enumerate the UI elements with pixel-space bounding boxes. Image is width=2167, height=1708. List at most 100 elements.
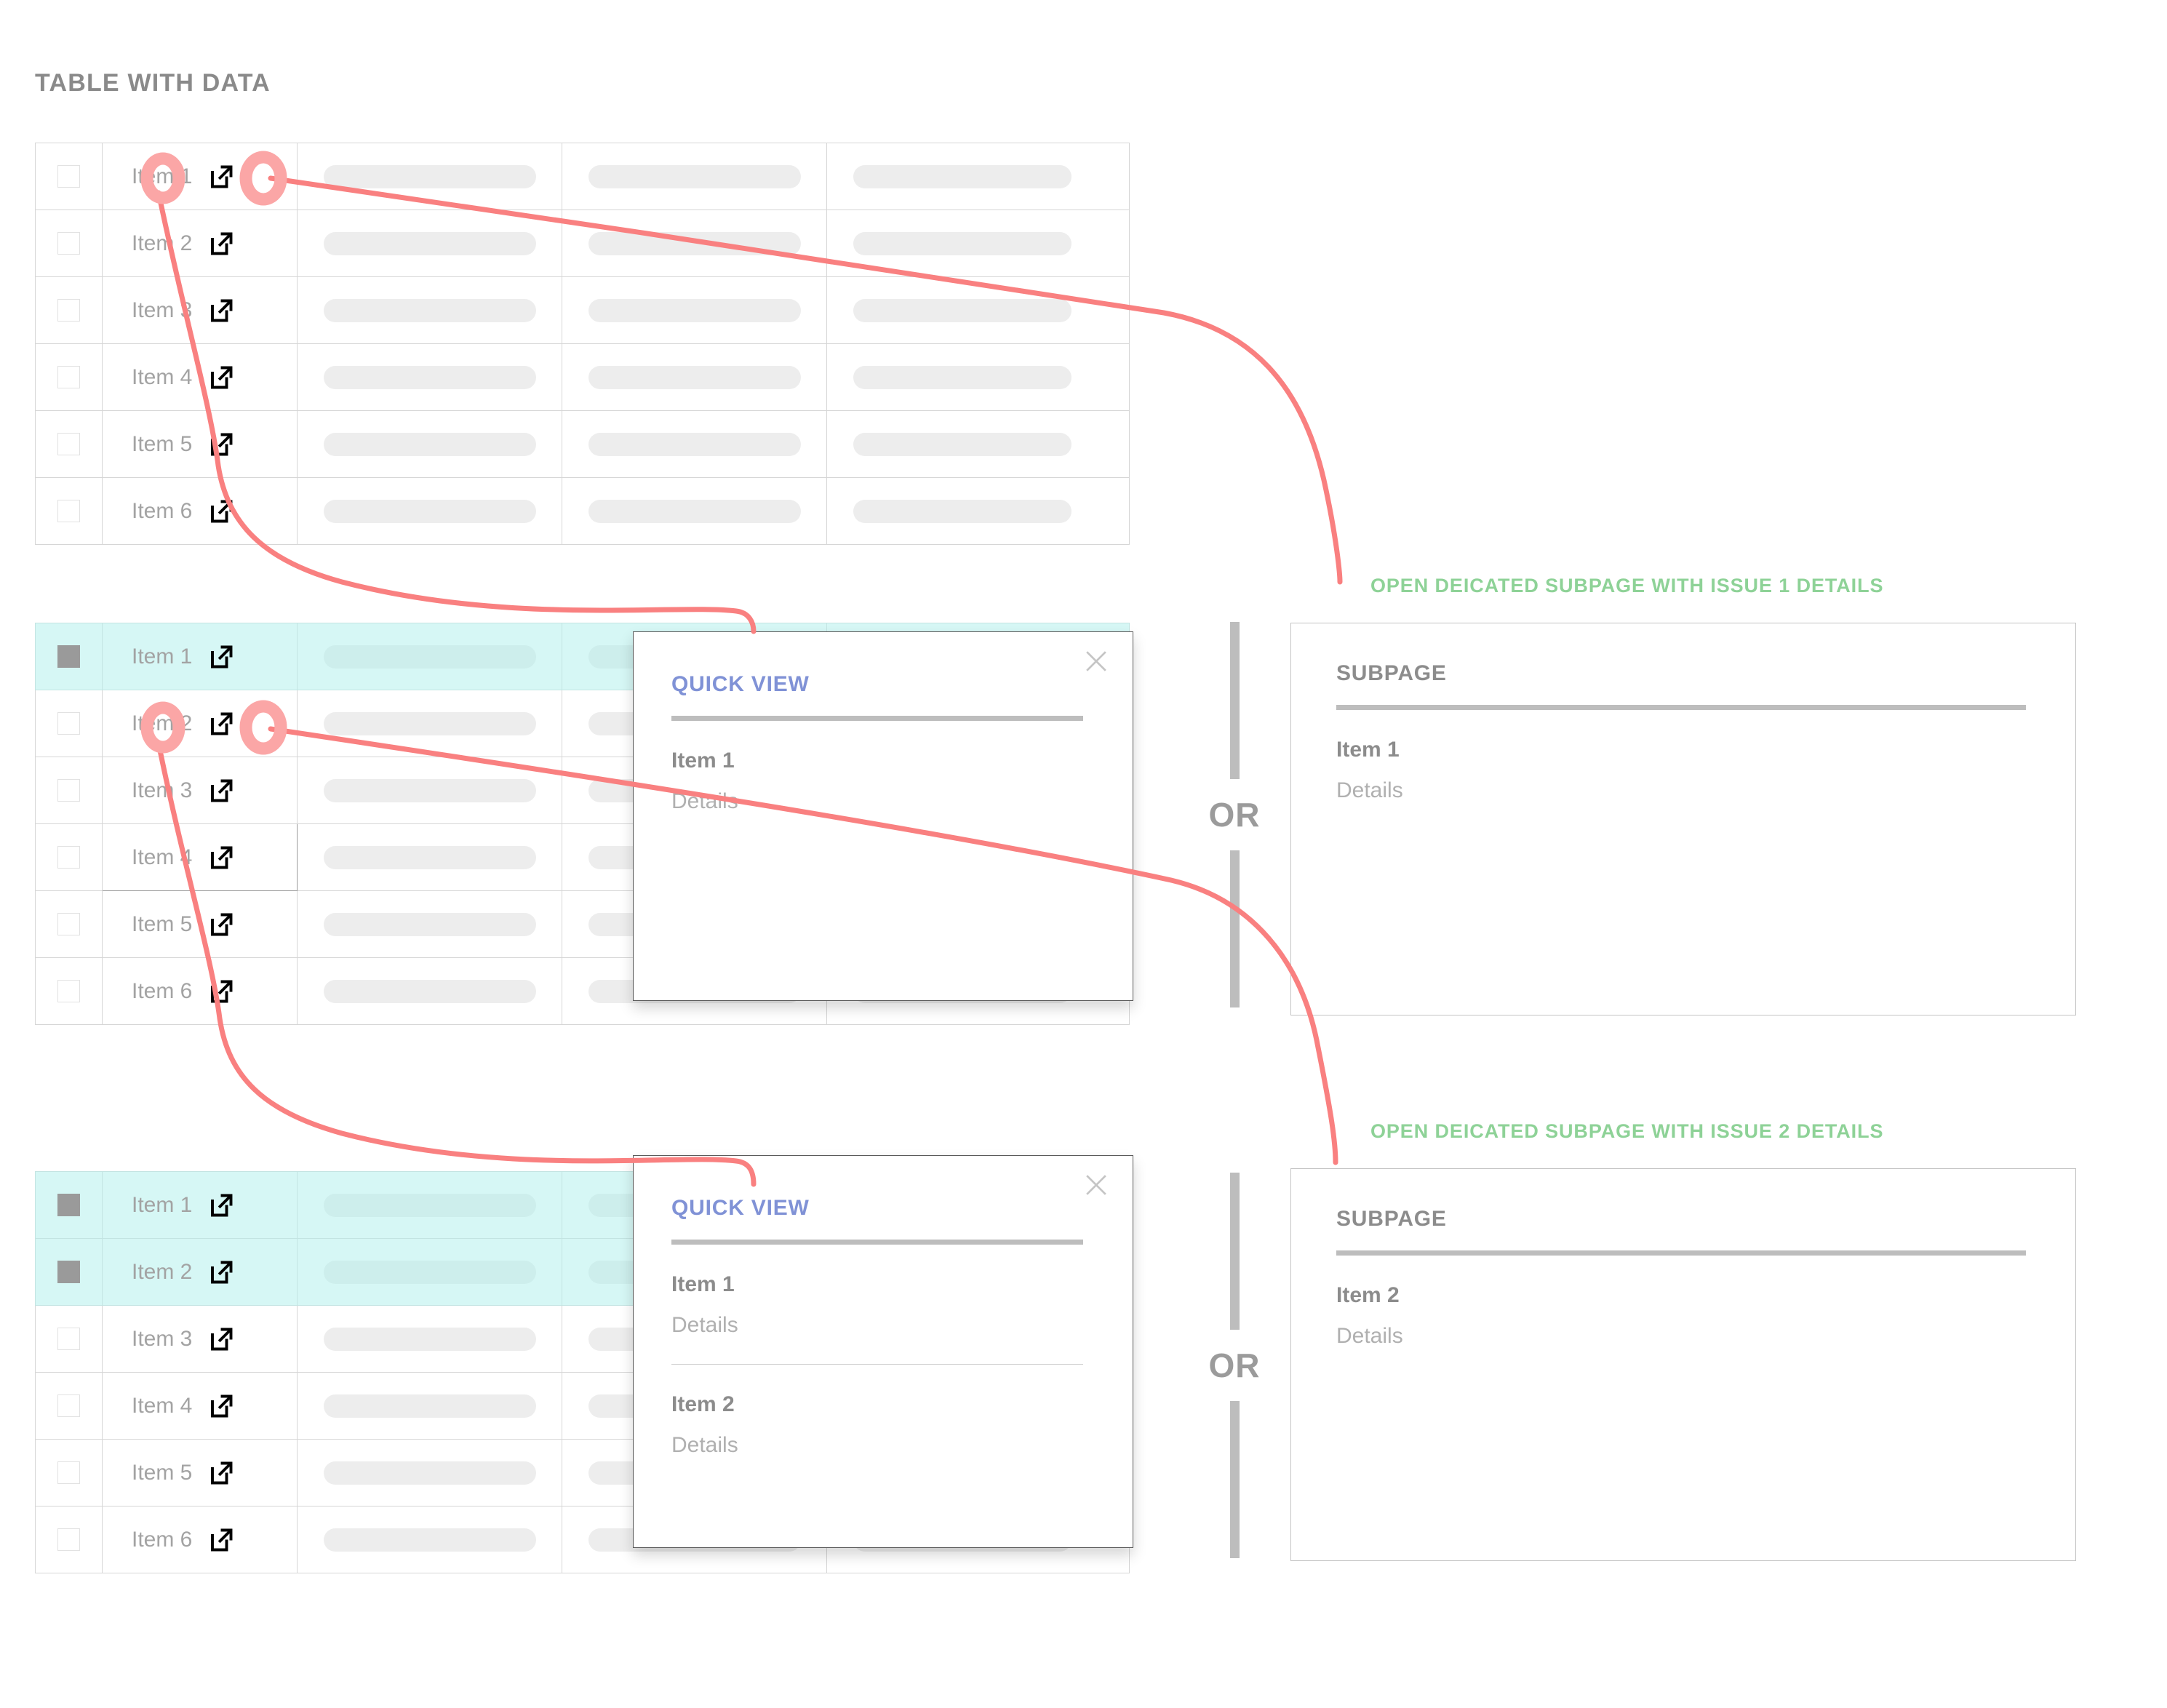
checkbox-icon[interactable] <box>57 980 80 1002</box>
checkbox-icon[interactable] <box>57 366 80 388</box>
checkbox-icon[interactable] <box>57 1528 80 1551</box>
row-select-cell[interactable] <box>35 1171 103 1239</box>
external-link-icon[interactable] <box>208 298 234 324</box>
row-select-cell[interactable] <box>35 343 103 411</box>
quick-view-modal-double[interactable]: QUICK VIEW Item 1 Details Item 2 Details <box>633 1155 1133 1548</box>
row-name-cell[interactable]: Item 6 <box>102 1506 298 1573</box>
row-select-cell[interactable] <box>35 957 103 1025</box>
row-placeholder-cell <box>562 410 827 478</box>
row-name-cell[interactable]: Item 6 <box>102 477 298 545</box>
row-name-cell[interactable]: Item 4 <box>102 343 298 411</box>
close-icon[interactable] <box>1080 1169 1112 1201</box>
row-select-cell[interactable] <box>35 1372 103 1440</box>
external-link-icon[interactable] <box>208 1326 234 1352</box>
external-link-icon[interactable] <box>208 1192 234 1218</box>
external-link-icon[interactable] <box>208 231 234 257</box>
row-select-cell[interactable] <box>35 690 103 757</box>
external-link-icon[interactable] <box>208 778 234 804</box>
checkbox-icon[interactable] <box>57 1261 80 1283</box>
checkbox-icon[interactable] <box>57 1328 80 1350</box>
row-name-cell[interactable]: Item 3 <box>102 276 298 344</box>
checkbox-icon[interactable] <box>57 1194 80 1216</box>
row-select-cell[interactable] <box>35 410 103 478</box>
checkbox-icon[interactable] <box>57 299 80 322</box>
row-name-cell[interactable]: Item 2 <box>102 209 298 277</box>
row-name-cell[interactable]: Item 2 <box>102 1238 298 1306</box>
placeholder-bar <box>588 432 801 456</box>
subpage-item-title: Item 1 <box>1336 738 1400 762</box>
external-link-icon[interactable] <box>208 1393 234 1419</box>
external-link-icon[interactable] <box>208 845 234 871</box>
row-select-cell[interactable] <box>35 1238 103 1306</box>
or-label: OR <box>1208 1346 1261 1384</box>
external-link-icon[interactable] <box>208 498 234 524</box>
checkbox-icon[interactable] <box>57 1461 80 1484</box>
checkbox-icon[interactable] <box>57 1394 80 1417</box>
checkbox-icon[interactable] <box>57 645 80 668</box>
checkbox-icon[interactable] <box>57 165 80 188</box>
row-select-cell[interactable] <box>35 1439 103 1507</box>
row-select-cell[interactable] <box>35 477 103 545</box>
table-row[interactable]: Item 2 <box>35 209 1130 277</box>
subpage-panel-issue-1[interactable]: SUBPAGE Item 1 Details <box>1290 623 2076 1015</box>
checkbox-icon[interactable] <box>57 232 80 255</box>
row-placeholder-cell <box>562 209 827 277</box>
row-placeholder-cell <box>826 276 1130 344</box>
name-cell-content: Item 5 <box>103 1460 297 1486</box>
external-link-icon[interactable] <box>208 644 234 670</box>
external-link-icon[interactable] <box>208 911 234 938</box>
row-select-cell[interactable] <box>35 276 103 344</box>
row-select-cell[interactable] <box>35 823 103 891</box>
row-name-cell[interactable]: Item 4 <box>102 1372 298 1440</box>
row-select-cell[interactable] <box>35 757 103 824</box>
table-row[interactable]: Item 3 <box>35 276 1130 344</box>
data-table-plain[interactable]: Item 1 Item 2 Item 3 Item 4 Item 5 Item 6 <box>35 143 1130 545</box>
quick-view-modal-single[interactable]: QUICK VIEW Item 1 Details <box>633 631 1133 1001</box>
table-row[interactable]: Item 6 <box>35 477 1130 545</box>
checkbox-icon[interactable] <box>57 433 80 455</box>
row-name-cell[interactable]: Item 5 <box>102 890 298 958</box>
table-body: Item 1 Item 2 Item 3 Item 4 Item 5 Item 6 <box>35 143 1130 545</box>
checkbox-icon[interactable] <box>57 712 80 735</box>
table-row[interactable]: Item 1 <box>35 143 1130 210</box>
external-link-icon[interactable] <box>208 978 234 1005</box>
external-link-icon[interactable] <box>208 431 234 458</box>
table-row[interactable]: Item 5 <box>35 410 1130 478</box>
row-name-cell[interactable]: Item 5 <box>102 410 298 478</box>
item-label: Item 1 <box>132 1192 193 1217</box>
external-link-icon[interactable] <box>208 1527 234 1553</box>
checkbox-icon[interactable] <box>57 846 80 869</box>
row-name-cell[interactable]: Item 3 <box>102 757 298 824</box>
row-placeholder-cell <box>826 410 1130 478</box>
row-name-cell[interactable]: Item 3 <box>102 1305 298 1373</box>
row-name-cell[interactable]: Item 5 <box>102 1439 298 1507</box>
placeholder-bar <box>324 1394 536 1418</box>
external-link-icon[interactable] <box>208 1460 234 1486</box>
external-link-icon[interactable] <box>208 364 234 391</box>
row-name-cell[interactable]: Item 1 <box>102 623 298 690</box>
row-select-cell[interactable] <box>35 209 103 277</box>
external-link-icon[interactable] <box>208 164 234 190</box>
checkbox-icon[interactable] <box>57 500 80 522</box>
table-row[interactable]: Item 4 <box>35 343 1130 411</box>
checkbox-icon[interactable] <box>57 779 80 802</box>
title-rule <box>671 716 1083 721</box>
row-name-cell[interactable]: Item 6 <box>102 957 298 1025</box>
row-name-cell[interactable]: Item 2 <box>102 690 298 757</box>
placeholder-bar <box>588 365 801 389</box>
close-icon[interactable] <box>1080 645 1112 677</box>
row-name-cell[interactable]: Item 1 <box>102 1171 298 1239</box>
row-select-cell[interactable] <box>35 1506 103 1573</box>
row-placeholder-cell <box>297 1305 562 1373</box>
external-link-icon[interactable] <box>208 711 234 737</box>
row-select-cell[interactable] <box>35 623 103 690</box>
row-placeholder-cell <box>826 343 1130 411</box>
external-link-icon[interactable] <box>208 1259 234 1285</box>
checkbox-icon[interactable] <box>57 913 80 935</box>
row-select-cell[interactable] <box>35 143 103 210</box>
row-name-cell[interactable]: Item 1 <box>102 143 298 210</box>
row-name-cell[interactable]: Item 4 <box>102 823 298 891</box>
row-select-cell[interactable] <box>35 890 103 958</box>
row-select-cell[interactable] <box>35 1305 103 1373</box>
subpage-panel-issue-2[interactable]: SUBPAGE Item 2 Details <box>1290 1168 2076 1561</box>
